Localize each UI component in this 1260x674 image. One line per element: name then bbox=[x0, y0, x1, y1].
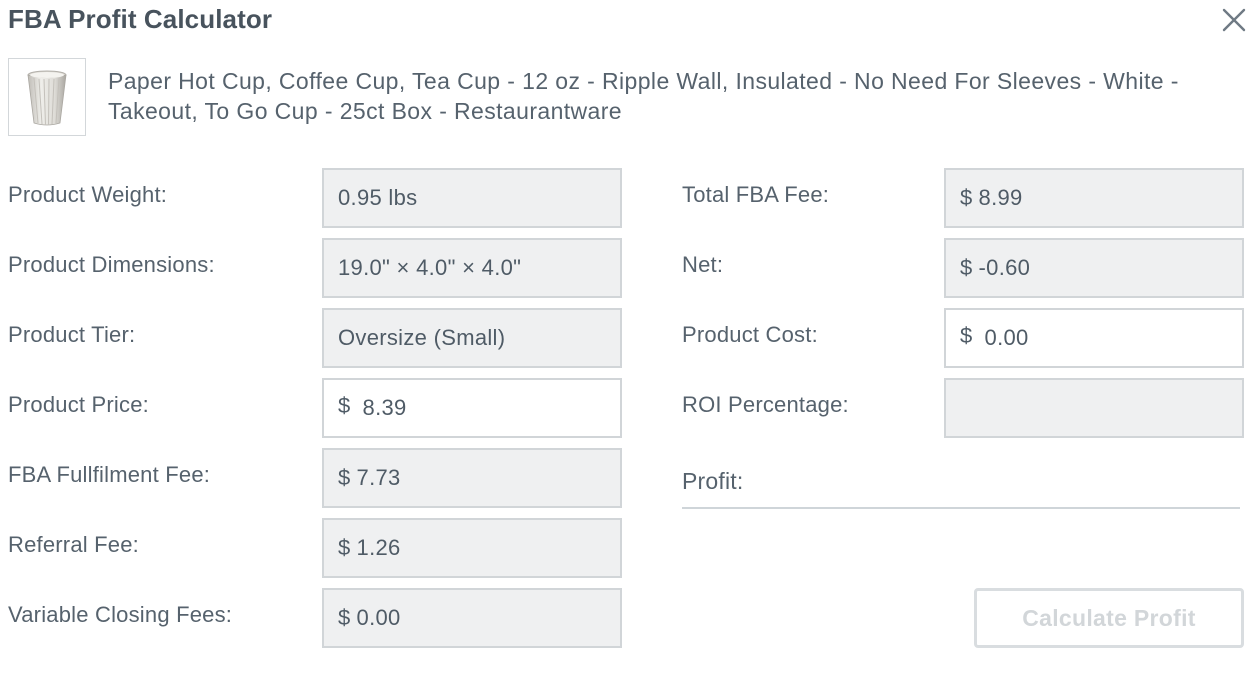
fba-fulfilment-fee-value: 7.73 bbox=[356, 465, 401, 490]
net-field: $ -0.60 bbox=[944, 238, 1244, 298]
product-price-value[interactable]: 8.39 bbox=[363, 395, 407, 421]
roi-percentage-field bbox=[944, 378, 1244, 438]
currency-symbol: $ bbox=[338, 535, 351, 560]
currency-symbol: $ bbox=[338, 465, 351, 490]
net-value: -0.60 bbox=[978, 255, 1031, 280]
product-weight-label: Product Weight: bbox=[8, 182, 168, 207]
profit-divider bbox=[682, 507, 1240, 509]
dialog-title: FBA Profit Calculator bbox=[8, 4, 273, 34]
product-cost-value[interactable]: 0.00 bbox=[985, 325, 1029, 351]
product-dimensions-label: Product Dimensions: bbox=[8, 252, 215, 277]
profit-label: Profit: bbox=[682, 468, 744, 494]
close-button[interactable] bbox=[1220, 6, 1248, 34]
referral-fee-field: $ 1.26 bbox=[322, 518, 622, 578]
product-price-label: Product Price: bbox=[8, 392, 149, 417]
total-fba-fee-field: $ 8.99 bbox=[944, 168, 1244, 228]
fba-fulfilment-fee-field: $ 7.73 bbox=[322, 448, 622, 508]
total-fba-fee-label: Total FBA Fee: bbox=[682, 182, 830, 207]
product-weight-value: 0.95 lbs bbox=[338, 185, 418, 210]
close-icon bbox=[1222, 8, 1246, 32]
roi-percentage-label: ROI Percentage: bbox=[682, 392, 849, 417]
referral-fee-value: 1.26 bbox=[356, 535, 401, 560]
paper-cup-image bbox=[27, 70, 67, 126]
product-tier-label: Product Tier: bbox=[8, 322, 136, 347]
variable-closing-fees-value: 0.00 bbox=[356, 605, 401, 630]
currency-symbol: $ bbox=[338, 605, 351, 630]
product-thumbnail[interactable] bbox=[8, 58, 86, 136]
variable-closing-fees-label: Variable Closing Fees: bbox=[8, 602, 233, 627]
variable-closing-fees-field: $ 0.00 bbox=[322, 588, 622, 648]
product-tier-field: Oversize (Small) bbox=[322, 308, 622, 368]
product-weight-field: 0.95 lbs bbox=[322, 168, 622, 228]
product-cost-input[interactable]: $ 0.00 bbox=[944, 308, 1244, 368]
currency-symbol: $ bbox=[960, 255, 973, 280]
product-price-input[interactable]: $ 8.39 bbox=[322, 378, 622, 438]
referral-fee-label: Referral Fee: bbox=[8, 532, 139, 557]
fba-fulfilment-fee-label: FBA Fullfilment Fee: bbox=[8, 462, 211, 487]
product-title: Paper Hot Cup, Coffee Cup, Tea Cup - 12 … bbox=[108, 68, 1179, 124]
currency-symbol: $ bbox=[960, 323, 973, 348]
product-dimensions-field: 19.0" × 4.0" × 4.0" bbox=[322, 238, 622, 298]
net-label: Net: bbox=[682, 252, 724, 277]
currency-symbol: $ bbox=[960, 185, 973, 210]
calculate-profit-button[interactable]: Calculate Profit bbox=[974, 588, 1244, 648]
product-dimensions-value: 19.0" × 4.0" × 4.0" bbox=[338, 255, 522, 280]
currency-symbol: $ bbox=[338, 393, 351, 418]
total-fba-fee-value: 8.99 bbox=[978, 185, 1023, 210]
product-tier-value: Oversize (Small) bbox=[338, 325, 506, 350]
product-cost-label: Product Cost: bbox=[682, 322, 818, 347]
